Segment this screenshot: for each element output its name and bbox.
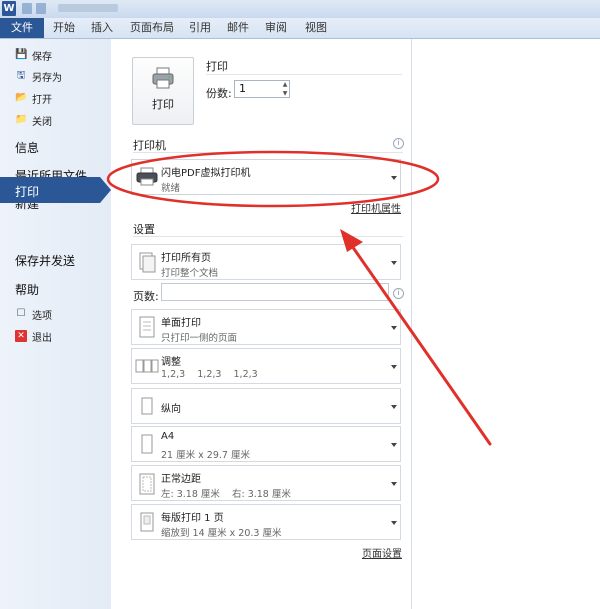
tab-references[interactable]: 引用 <box>186 18 214 38</box>
nav-options-label: 选项 <box>32 311 52 322</box>
nav-save-as-label: 另存为 <box>32 73 62 84</box>
sides-dropdown[interactable]: 单面打印 只打印一侧的页面 <box>131 309 401 345</box>
nav-open[interactable]: 📂 打开 <box>0 88 110 108</box>
margins-icon <box>139 473 155 495</box>
printer-name: 闪电PDF虚拟打印机 <box>161 168 251 179</box>
chevron-down-icon <box>391 521 397 525</box>
printer-icon <box>152 67 174 89</box>
pages-per-sheet-icon <box>140 512 154 532</box>
copies-spinner[interactable]: ▲ ▼ <box>280 80 290 98</box>
folder-open-icon: 📂 <box>15 92 28 103</box>
pages-per-sheet-main: 每版打印 1 页 <box>161 513 224 524</box>
pages-label: 页数: <box>133 290 159 303</box>
info-icon[interactable]: i <box>393 288 404 299</box>
printer-status: 就绪 <box>161 183 181 194</box>
chevron-down-icon <box>391 176 397 180</box>
nav-exit-label: 退出 <box>32 333 52 344</box>
margins-dropdown[interactable]: 正常边距 左: 3.18 厘米 右: 3.18 厘米 <box>131 465 401 501</box>
collate-sub: 1,2,3 1,2,3 1,2,3 <box>161 369 258 380</box>
chevron-down-icon <box>391 326 397 330</box>
tab-insert[interactable]: 插入 <box>88 18 116 38</box>
save-icon: 💾 <box>15 49 28 60</box>
sides-main: 单面打印 <box>161 318 201 329</box>
tab-file[interactable]: 文件 <box>0 18 44 38</box>
nav-save[interactable]: 💾 保存 <box>0 45 110 65</box>
nav-print[interactable]: 打印 <box>15 183 39 200</box>
paper-size-dropdown[interactable]: A4 21 厘米 x 29.7 厘米 <box>131 426 401 462</box>
window-title-blurred <box>58 4 118 12</box>
nav-info[interactable]: 信息 <box>15 139 39 156</box>
collate-main: 调整 <box>161 357 181 368</box>
printer-icon <box>136 167 158 186</box>
one-sided-icon <box>139 316 155 338</box>
chevron-down-icon <box>391 365 397 369</box>
options-icon: ☐ <box>16 308 26 319</box>
nav-options[interactable]: ☐ 选项 <box>0 304 110 324</box>
margins-main: 正常边距 <box>161 474 201 485</box>
info-icon[interactable]: i <box>393 138 404 149</box>
chevron-down-icon <box>391 443 397 447</box>
print-button-label: 打印 <box>152 98 174 111</box>
printer-dropdown[interactable]: 闪电PDF虚拟打印机 就绪 <box>131 159 401 195</box>
printer-properties-link[interactable]: 打印机属性 <box>351 200 401 215</box>
divider <box>133 152 403 153</box>
ribbon-tabs: 文件 开始 插入 页面布局 引用 邮件 审阅 视图 <box>0 18 600 39</box>
print-range-dropdown[interactable]: 打印所有页 打印整个文档 <box>131 244 401 280</box>
paper-size-icon <box>141 434 153 454</box>
quick-save-icon[interactable] <box>22 3 32 14</box>
nav-exit[interactable]: ✕ 退出 <box>0 326 110 346</box>
nav-save-label: 保存 <box>32 52 52 63</box>
chevron-down-icon <box>391 261 397 265</box>
pages-icon <box>139 252 156 273</box>
pages-per-sheet-sub: 缩放到 14 厘米 x 20.3 厘米 <box>161 528 282 539</box>
copies-label: 份数: <box>206 87 232 100</box>
divider <box>206 74 402 75</box>
margins-sub: 左: 3.18 厘米 右: 3.18 厘米 <box>161 489 291 500</box>
title-bar: W <box>0 0 600 18</box>
pages-per-sheet-dropdown[interactable]: 每版打印 1 页 缩放到 14 厘米 x 20.3 厘米 <box>131 504 401 540</box>
exit-icon: ✕ <box>15 330 27 342</box>
paper-size-sub: 21 厘米 x 29.7 厘米 <box>161 450 250 461</box>
tab-review[interactable]: 审阅 <box>262 18 290 38</box>
page-setup-link[interactable]: 页面设置 <box>362 545 402 560</box>
nav-close[interactable]: 📁 关闭 <box>0 110 110 130</box>
printer-section-title: 打印机 <box>133 139 166 152</box>
portrait-icon <box>141 397 153 415</box>
folder-close-icon: 📁 <box>15 114 28 125</box>
print-range-sub: 打印整个文档 <box>161 268 219 279</box>
chevron-down-icon <box>391 482 397 486</box>
preview-divider <box>411 39 412 609</box>
tab-view[interactable]: 视图 <box>302 18 330 38</box>
undo-icon[interactable] <box>36 3 46 14</box>
tab-page-layout[interactable]: 页面布局 <box>128 18 176 38</box>
print-heading: 打印 <box>206 60 228 73</box>
pages-input[interactable] <box>161 283 389 301</box>
nav-close-label: 关闭 <box>32 117 52 128</box>
orientation-main: 纵向 <box>161 404 181 415</box>
word-logo-icon: W <box>2 1 16 16</box>
nav-save-as[interactable]: 🖫 另存为 <box>0 66 110 86</box>
nav-help[interactable]: 帮助 <box>15 281 39 298</box>
print-button[interactable]: 打印 <box>132 57 194 125</box>
orientation-dropdown[interactable]: 纵向 <box>131 388 401 424</box>
settings-section-title: 设置 <box>133 223 155 236</box>
sides-sub: 只打印一侧的页面 <box>161 333 238 344</box>
tab-mailings[interactable]: 邮件 <box>224 18 252 38</box>
collate-icon <box>135 359 159 373</box>
collate-dropdown[interactable]: 调整 1,2,3 1,2,3 1,2,3 <box>131 348 401 384</box>
print-range-main: 打印所有页 <box>161 253 211 264</box>
nav-print-pointer <box>100 177 111 203</box>
divider <box>133 236 403 237</box>
chevron-down-icon <box>391 405 397 409</box>
tab-home[interactable]: 开始 <box>50 18 78 38</box>
nav-open-label: 打开 <box>32 95 52 106</box>
nav-save-send[interactable]: 保存并发送 <box>15 252 75 269</box>
paper-size-main: A4 <box>161 431 175 442</box>
save-as-icon: 🖫 <box>16 70 26 81</box>
